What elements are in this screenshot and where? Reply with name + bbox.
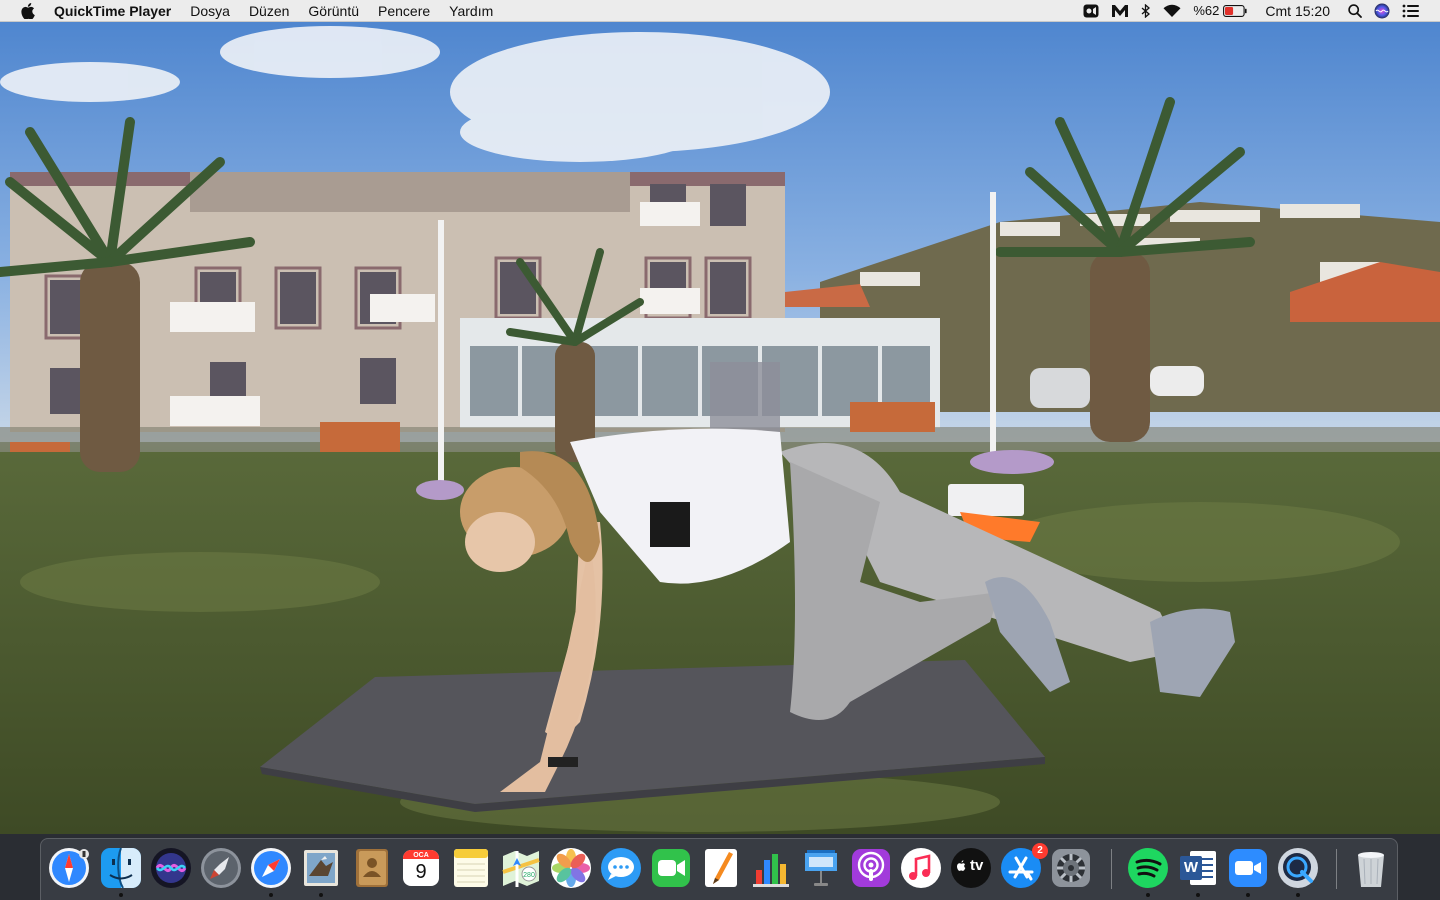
app-store-badge: 2 <box>1032 843 1048 859</box>
dock-trash[interactable] <box>1349 846 1393 890</box>
photos-icon <box>551 848 591 888</box>
battery-percent: %62 <box>1193 3 1220 18</box>
apple-menu-icon[interactable] <box>18 2 38 19</box>
wifi-icon[interactable] <box>1163 0 1181 22</box>
trash-icon <box>1358 852 1384 887</box>
menu-goruntu[interactable]: Görüntü <box>308 0 359 22</box>
pages-icon <box>705 849 737 887</box>
dock-quicktime[interactable] <box>1276 846 1320 890</box>
system-preferences-icon <box>1052 849 1090 887</box>
spotlight-search-icon[interactable] <box>1348 0 1362 22</box>
m-app-icon[interactable] <box>1111 0 1129 22</box>
maps-icon: 280 <box>502 851 540 887</box>
spotify-icon <box>1128 848 1168 888</box>
launchpad-icon <box>201 848 241 888</box>
dock-tv[interactable]: tv <box>949 846 993 890</box>
finder-running-dot <box>119 893 123 897</box>
dock-system-preferences[interactable] <box>1049 846 1093 890</box>
menu-yardim[interactable]: Yardım <box>449 0 493 22</box>
dock-messages[interactable] <box>599 846 643 890</box>
dock-calendar[interactable]: OCA 9 <box>399 846 443 890</box>
control-center-icon[interactable] <box>1402 0 1420 22</box>
dock-spotify[interactable] <box>1126 846 1170 890</box>
dock-separator <box>1111 849 1112 889</box>
facetime-icon <box>652 849 690 887</box>
dock-notes[interactable] <box>449 846 493 890</box>
contacts-icon <box>356 849 388 887</box>
keynote-icon <box>805 850 837 886</box>
dock-pages[interactable] <box>699 846 743 890</box>
dock-word[interactable]: W <box>1176 846 1220 890</box>
app-name-menu[interactable]: QuickTime Player <box>54 3 171 19</box>
dock-podcasts[interactable] <box>849 846 893 890</box>
siri-icon <box>151 848 191 888</box>
dock-music[interactable] <box>899 846 943 890</box>
spotify-running-dot <box>1146 893 1150 897</box>
video-frame <box>0 22 1440 834</box>
finder-icon <box>101 847 141 889</box>
mail-running-dot <box>319 893 323 897</box>
dock-facetime[interactable] <box>649 846 693 890</box>
dock-siri[interactable] <box>149 846 193 890</box>
word-label: W <box>1183 859 1199 876</box>
tv-label: tv <box>970 857 984 874</box>
mail-icon <box>304 850 338 886</box>
zoom-icon <box>1229 849 1267 887</box>
zoom-running-dot <box>1246 893 1250 897</box>
calendar-day: 9 <box>415 861 427 883</box>
safari-downloads-icon <box>49 848 89 888</box>
dock: OCA 9 280 tv 2 W <box>40 838 1398 900</box>
bluetooth-icon[interactable] <box>1141 0 1151 22</box>
dock-contacts[interactable] <box>349 846 393 890</box>
dock-separator-2 <box>1336 849 1337 889</box>
battery-icon[interactable] <box>1223 0 1248 22</box>
safari-running-dot <box>269 893 273 897</box>
menu-dosya[interactable]: Dosya <box>190 0 230 22</box>
messages-icon <box>601 848 641 888</box>
menu-bar: QuickTime Player Dosya Düzen Görüntü Pen… <box>0 0 1440 22</box>
menu-pencere[interactable]: Pencere <box>378 0 430 22</box>
notes-icon <box>454 849 488 887</box>
podcasts-icon <box>852 849 890 887</box>
siri-icon[interactable] <box>1374 0 1390 22</box>
dock-zoom[interactable] <box>1226 846 1270 890</box>
calendar-month: OCA <box>413 852 429 859</box>
screen-record-icon[interactable] <box>1083 0 1099 22</box>
dock-photos[interactable] <box>549 846 593 890</box>
dock-safari[interactable] <box>249 846 293 890</box>
dock-finder[interactable] <box>99 846 143 890</box>
quicktime-icon <box>1278 848 1318 888</box>
svg-text:280: 280 <box>523 872 535 879</box>
dock-launchpad[interactable] <box>199 846 243 890</box>
video-player-window[interactable] <box>0 22 1440 834</box>
menu-duzen[interactable]: Düzen <box>249 0 289 22</box>
menu-clock[interactable]: Cmt 15:20 <box>1265 3 1330 19</box>
quicktime-running-dot <box>1296 893 1300 897</box>
dock-keynote[interactable] <box>799 846 843 890</box>
music-icon <box>901 848 941 888</box>
dock-mail[interactable] <box>299 846 343 890</box>
word-running-dot <box>1196 893 1200 897</box>
dock-numbers[interactable] <box>749 846 793 890</box>
numbers-icon <box>753 854 789 887</box>
safari-icon <box>251 848 291 888</box>
dock-maps[interactable]: 280 <box>499 846 543 890</box>
dock-safari-downloads[interactable] <box>47 846 91 890</box>
